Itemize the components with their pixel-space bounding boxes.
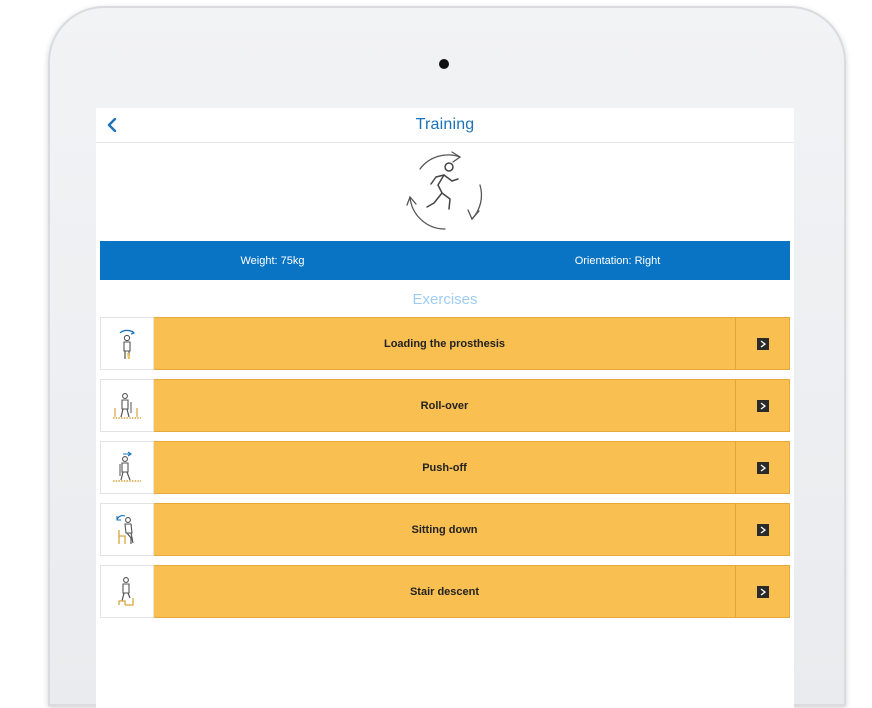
exercises-heading: Exercises — [412, 291, 478, 308]
exercise-label: Stair descent — [409, 585, 480, 598]
chevron-right-icon[interactable] — [757, 337, 769, 350]
standing-figure-icon — [119, 329, 136, 359]
exercise-row-sitting[interactable]: Sitting down — [100, 503, 790, 556]
exercise-row-stair[interactable]: Stair descent — [100, 565, 790, 618]
exercise-row-rollover[interactable]: Roll-over — [100, 379, 790, 432]
chevron-left-icon — [107, 118, 117, 132]
page-title: Training — [415, 116, 475, 133]
chevron-right-icon[interactable] — [757, 523, 769, 536]
rollover-figure-icon — [113, 392, 141, 419]
exercise-label: Push-off — [422, 461, 467, 474]
exercise-label: Roll-over — [420, 399, 469, 412]
front-camera — [439, 59, 449, 69]
back-button[interactable] — [102, 113, 122, 137]
pushoff-figure-icon — [113, 451, 141, 482]
weight-label: Weight: 75kg — [240, 254, 305, 267]
exercise-row-pushoff[interactable]: Push-off — [100, 441, 790, 494]
exercise-label: Sitting down — [411, 523, 478, 536]
hero-section — [96, 143, 794, 241]
tablet-frame: Training Weight: 75kg Orientation: Right… — [48, 6, 846, 708]
exercise-row-loading[interactable]: Loading the prosthesis — [100, 317, 790, 370]
stair-figure-icon — [118, 576, 134, 606]
nav-bar: Training — [96, 108, 794, 143]
running-cycle-icon — [406, 151, 483, 230]
chevron-right-icon[interactable] — [757, 399, 769, 412]
exercise-list: Loading the prosthesis Roll-over Push-of… — [100, 317, 790, 618]
exercise-label: Loading the prosthesis — [383, 337, 505, 350]
chevron-right-icon[interactable] — [757, 461, 769, 474]
orientation-label: Orientation: Right — [574, 254, 661, 267]
app-screen: Training Weight: 75kg Orientation: Right… — [96, 108, 794, 708]
chevron-right-icon[interactable] — [757, 585, 769, 598]
sitting-figure-icon — [116, 514, 134, 544]
info-bar: Weight: 75kg Orientation: Right — [100, 241, 790, 280]
